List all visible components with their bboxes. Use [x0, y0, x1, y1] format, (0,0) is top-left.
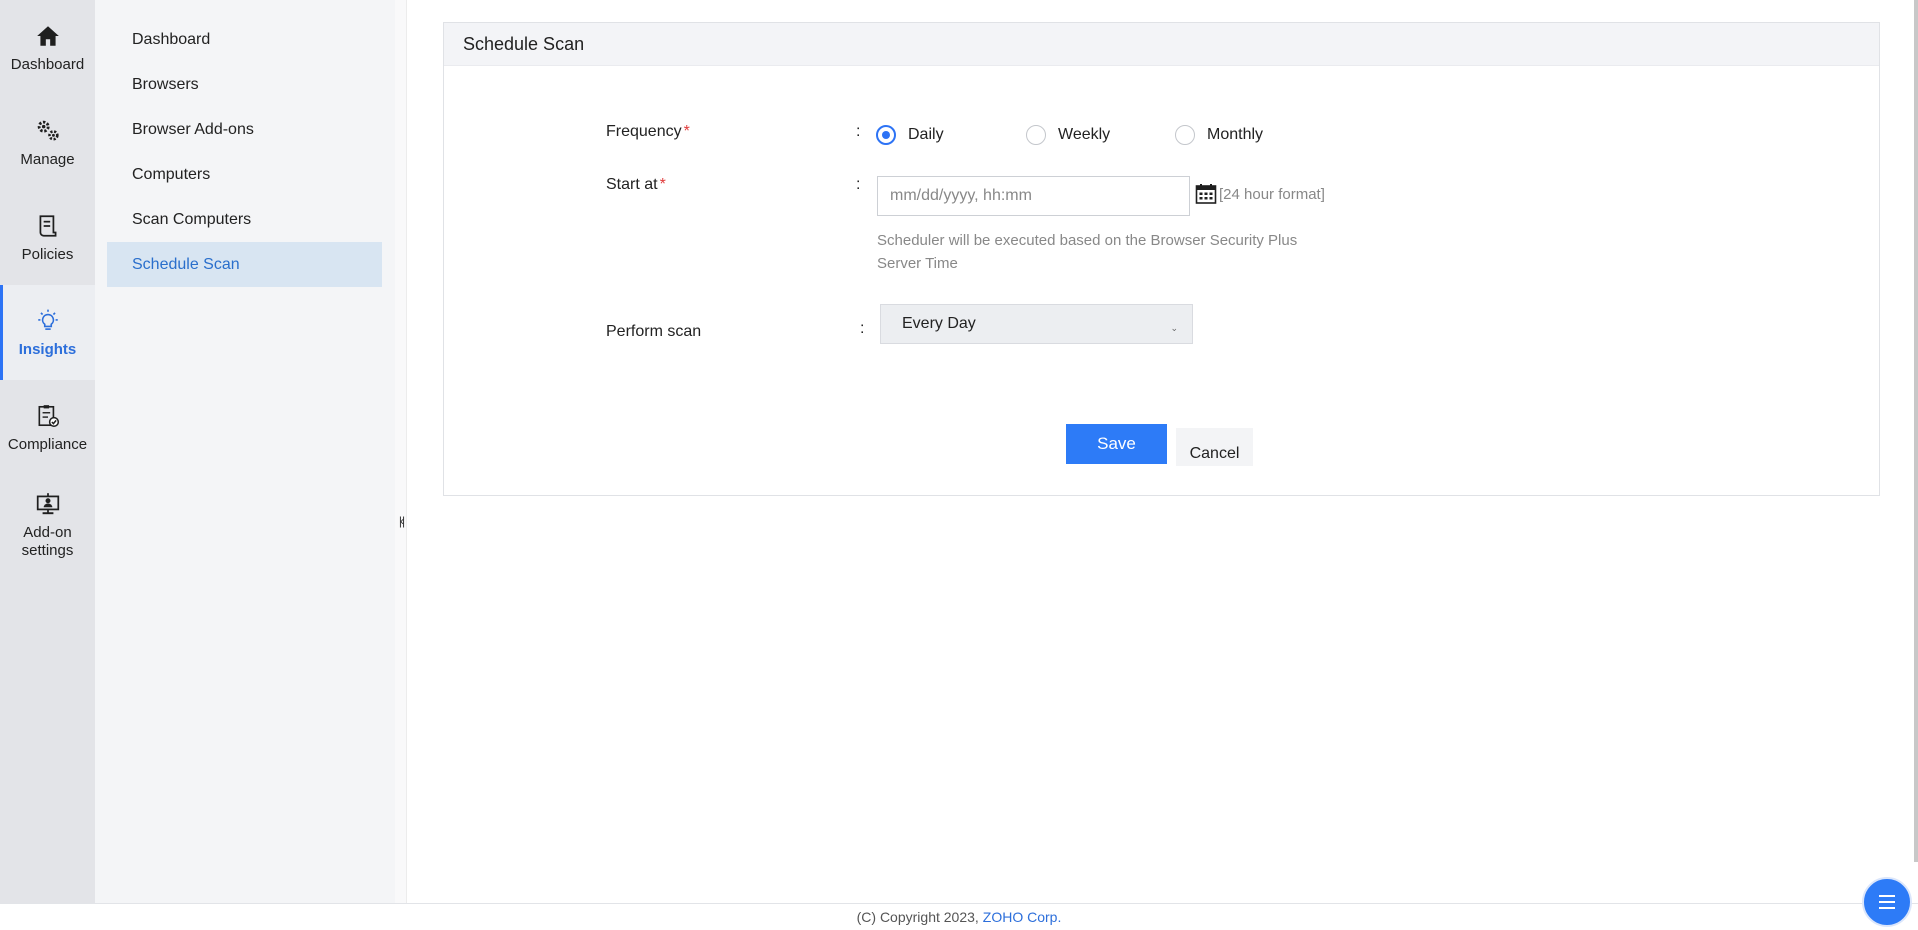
submenu-item-dashboard[interactable]: Dashboard — [107, 17, 382, 62]
policy-document-icon — [34, 212, 62, 240]
perform-scan-select[interactable]: Every Day ⌄ — [880, 304, 1193, 344]
start-at-label: Start at * — [606, 176, 666, 193]
submenu-item-browsers[interactable]: Browsers — [107, 62, 382, 107]
perform-scan-label: Perform scan — [606, 323, 702, 340]
rail-item-manage[interactable]: Manage — [0, 95, 95, 190]
rail-item-label: Compliance — [7, 435, 88, 453]
scrollbar[interactable] — [1914, 0, 1918, 862]
radio-button[interactable] — [1175, 125, 1195, 145]
save-button[interactable]: Save — [1066, 424, 1167, 464]
icon-rail: Dashboard Manage Policies Insights Compl… — [0, 0, 95, 903]
time-format-hint: [24 hour format] — [1219, 186, 1325, 203]
chevron-down-icon: ⌄ — [1170, 323, 1178, 333]
frequency-radio-weekly[interactable]: Weekly — [1026, 125, 1110, 145]
calendar-icon[interactable] — [1195, 183, 1217, 205]
monitor-user-icon — [34, 490, 62, 518]
scheduler-note: Scheduler will be executed based on the … — [877, 232, 1298, 272]
select-value: Every Day — [902, 315, 976, 332]
frequency-label: Frequency * — [606, 123, 690, 140]
required-marker: * — [683, 123, 690, 140]
gears-icon — [34, 117, 62, 145]
radio-label: Monthly — [1207, 126, 1264, 143]
submenu-item-computers[interactable]: Computers — [107, 152, 382, 197]
menu-fab-button[interactable] — [1862, 877, 1912, 927]
radio-button[interactable] — [876, 125, 896, 145]
company-link[interactable]: ZOHO Corp. — [983, 909, 1062, 925]
radio-label: Weekly — [1058, 126, 1111, 143]
rail-item-label: Add-on settings — [21, 524, 74, 559]
hamburger-menu-icon — [1879, 895, 1895, 909]
submenu-item-schedule-scan[interactable]: Schedule Scan — [107, 242, 382, 287]
frequency-radio-monthly[interactable]: Monthly — [1175, 125, 1263, 145]
submenu-item-browser-add-ons[interactable]: Browser Add-ons — [107, 107, 382, 152]
rail-item-label: Dashboard — [10, 55, 85, 73]
rail-item-label: Insights — [18, 340, 77, 358]
start-at-datetime-input[interactable] — [877, 176, 1190, 216]
lightbulb-icon — [34, 307, 62, 335]
frequency-radio-daily[interactable]: Daily — [876, 125, 944, 145]
collapse-handle-icon[interactable]: |‹| — [397, 506, 405, 536]
radio-button[interactable] — [1026, 125, 1046, 145]
cancel-button[interactable]: Cancel — [1176, 428, 1253, 466]
copyright-text: (C) Copyright 2023, — [856, 909, 979, 925]
perform-scan-colon: : — [860, 320, 865, 337]
rail-item-insights[interactable]: Insights — [0, 285, 95, 380]
rail-item-dashboard[interactable]: Dashboard — [0, 0, 95, 95]
schedule-scan-panel: Schedule Scan Frequency * : Daily Weekly … — [443, 22, 1880, 496]
panel-splitter[interactable] — [395, 0, 407, 903]
home-icon — [34, 22, 62, 50]
rail-item-label: Policies — [21, 245, 74, 263]
start-at-colon: : — [856, 176, 861, 193]
rail-item-compliance[interactable]: Compliance — [0, 380, 95, 475]
radio-label: Daily — [908, 126, 944, 143]
rail-item-policies[interactable]: Policies — [0, 190, 95, 285]
required-marker: * — [659, 176, 666, 193]
clipboard-check-icon — [34, 402, 62, 430]
rail-item-label: Manage — [20, 150, 75, 168]
submenu-item-scan-computers[interactable]: Scan Computers — [107, 197, 382, 242]
rail-item-add-on-settings[interactable]: Add-on settings — [0, 475, 95, 575]
footer: (C) Copyright 2023, ZOHO Corp. — [0, 903, 1918, 930]
panel-title: Schedule Scan — [444, 23, 1879, 66]
secondary-menu: Dashboard Browsers Browser Add-ons Compu… — [95, 0, 395, 903]
frequency-colon: : — [856, 123, 861, 140]
